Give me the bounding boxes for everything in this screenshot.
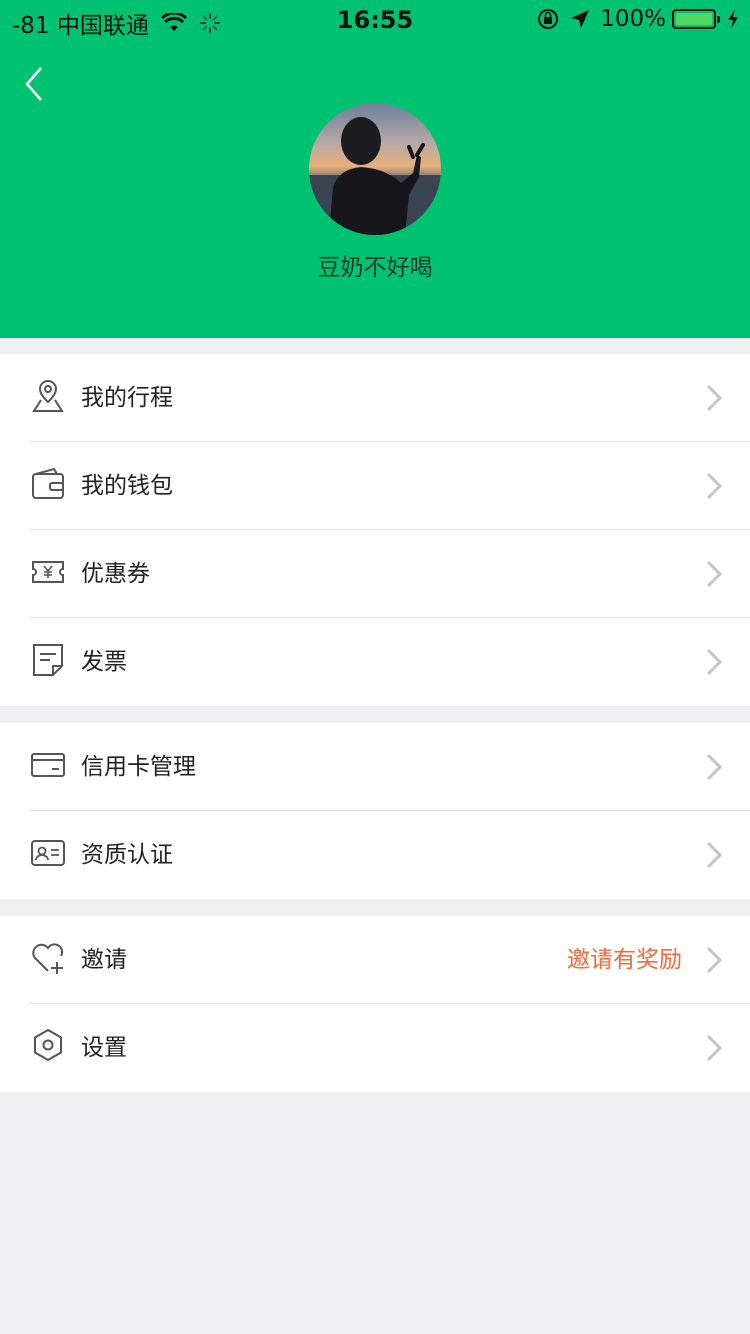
avatar[interactable] [309,103,441,235]
heart-plus-icon [32,943,64,974]
settings-icon [34,1028,62,1062]
menu-label: 优惠券 [81,561,150,587]
menu-label: 发票 [81,649,127,675]
chevron-right-icon [706,841,723,869]
chevron-right-icon [706,472,723,500]
menu-group-invite-settings: 邀请 邀请有奖励 设置 [0,916,750,1092]
chevron-right-icon [706,946,723,974]
menu-item-invite[interactable]: 邀请 邀请有奖励 [0,916,750,1004]
back-button[interactable] [14,64,54,104]
chevron-right-icon [706,560,723,588]
status-bar: -81 中国联通 16:55 100% [0,0,750,40]
menu-group-trips-wallet: 我的行程 我的钱包 优惠券 发票 [0,354,750,706]
menu-label: 资质认证 [81,842,173,868]
menu-label: 邀请 [81,947,127,973]
chevron-left-icon [25,67,42,101]
chevron-right-icon [706,384,723,412]
location-arrow-icon [571,10,590,28]
battery-percent: 100% [600,6,666,32]
id-card-icon [31,840,65,866]
chevron-right-icon [706,1034,723,1062]
chevron-right-icon [706,648,723,676]
menu-item-credit-card-management[interactable]: 信用卡管理 [0,723,750,811]
location-pin-icon [32,379,64,412]
menu-group-cards: 信用卡管理 资质认证 [0,723,750,899]
credit-card-icon [31,753,65,777]
menu-label: 我的行程 [81,385,173,411]
menu-item-my-trips[interactable]: 我的行程 [0,354,750,442]
avatar-photo [309,117,441,235]
menu-label: 设置 [81,1035,127,1061]
chevron-right-icon [706,753,723,781]
menu-item-invoice[interactable]: 发票 [0,618,750,706]
charging-bolt-icon [728,9,738,29]
invoice-icon [33,644,63,676]
menu-item-coupons[interactable]: 优惠券 [0,530,750,618]
menu-item-qualification[interactable]: 资质认证 [0,811,750,899]
battery-icon [672,9,720,29]
menu-label: 信用卡管理 [81,754,196,780]
battery-level [676,13,712,25]
menu-item-my-wallet[interactable]: 我的钱包 [0,442,750,530]
menu-label: 我的钱包 [81,473,173,499]
menu-item-settings[interactable]: 设置 [0,1004,750,1092]
orientation-lock-icon [538,9,559,29]
wallet-icon [32,467,64,499]
invite-reward-text: 邀请有奖励 [567,947,682,973]
profile-header: -81 中国联通 16:55 100% 豆奶不好喝 [0,0,750,338]
username[interactable]: 豆奶不好喝 [0,248,750,282]
coupon-icon [32,561,64,583]
status-right: 100% [536,6,740,32]
